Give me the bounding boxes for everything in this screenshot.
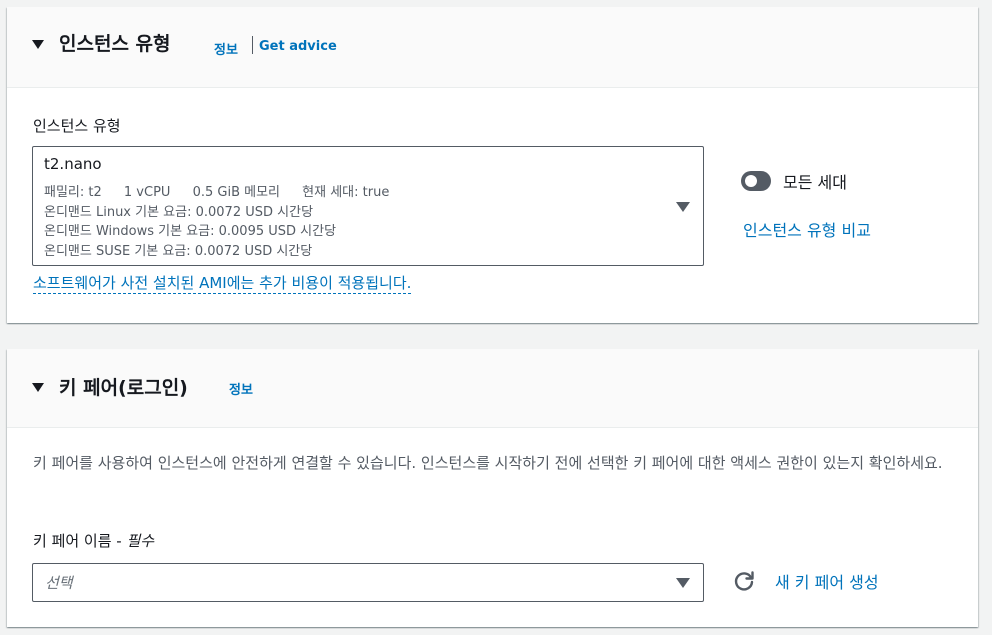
- all-generations-toggle[interactable]: [741, 171, 771, 191]
- instance-generation: 현재 세대: true: [302, 185, 390, 200]
- key-pair-name-label: 키 페어 이름 -: [33, 532, 127, 550]
- key-pair-field-label: 키 페어 이름 - 필수: [33, 530, 154, 551]
- linux-price: 온디맨드 Linux 기본 요금: 0.0072 USD 시간당: [44, 205, 314, 220]
- instance-type-select[interactable]: t2.nano 패밀리: t2 1 vCPU 0.5 GiB 메모리 현재 세대…: [32, 146, 704, 266]
- instance-type-field-label: 인스턴스 유형: [33, 117, 121, 135]
- instance-type-title[interactable]: 인스턴스 유형: [59, 29, 171, 56]
- instance-type-specs: 패밀리: t2 1 vCPU 0.5 GiB 메모리 현재 세대: true: [44, 181, 407, 200]
- all-generations-label: 모든 세대: [783, 173, 847, 192]
- toggle-knob: [745, 175, 757, 187]
- get-advice-link[interactable]: Get advice: [259, 39, 337, 54]
- instance-type-panel: 인스턴스 유형 정보 Get advice 인스턴스 유형 t2.nano 패밀…: [7, 7, 978, 323]
- instance-vcpu: 1 vCPU: [123, 185, 171, 200]
- collapse-caret-icon[interactable]: [32, 383, 44, 392]
- key-pair-header: 키 페어(로그인) 정보: [7, 349, 978, 428]
- suse-price: 온디맨드 SUSE 기본 요금: 0.0072 USD 시간당: [44, 244, 313, 259]
- instance-memory: 0.5 GiB 메모리: [192, 185, 281, 200]
- dropdown-arrow-icon: [676, 202, 690, 212]
- create-key-pair-link[interactable]: 새 키 페어 생성: [775, 569, 879, 593]
- key-pair-title[interactable]: 키 페어(로그인): [59, 373, 188, 400]
- instance-type-name: t2.nano: [44, 155, 102, 173]
- refresh-icon[interactable]: [732, 569, 756, 593]
- compare-instance-types-link[interactable]: 인스턴스 유형 비교: [743, 217, 871, 241]
- key-pair-info-link[interactable]: 정보: [229, 379, 253, 398]
- collapse-caret-icon[interactable]: [32, 40, 44, 49]
- key-pair-placeholder: 선택: [45, 574, 73, 592]
- required-label: 필수: [126, 532, 155, 550]
- ami-cost-note-link[interactable]: 소프트웨어가 사전 설치된 AMI에는 추가 비용이 적용됩니다.: [33, 272, 412, 294]
- key-pair-panel: 키 페어(로그인) 정보 키 페어를 사용하여 인스턴스에 안전하게 연결할 수…: [7, 349, 978, 627]
- instance-type-header: 인스턴스 유형 정보 Get advice: [7, 7, 978, 88]
- link-separator: [252, 36, 253, 54]
- windows-price: 온디맨드 Windows 기본 요금: 0.0095 USD 시간당: [44, 224, 337, 239]
- instance-family: 패밀리: t2: [44, 185, 102, 200]
- key-pair-select[interactable]: 선택: [32, 563, 704, 602]
- dropdown-arrow-icon: [676, 578, 690, 588]
- instance-type-info-link[interactable]: 정보: [214, 39, 238, 58]
- key-pair-description: 키 페어를 사용하여 인스턴스에 안전하게 연결할 수 있습니다. 인스턴스를 …: [33, 454, 943, 472]
